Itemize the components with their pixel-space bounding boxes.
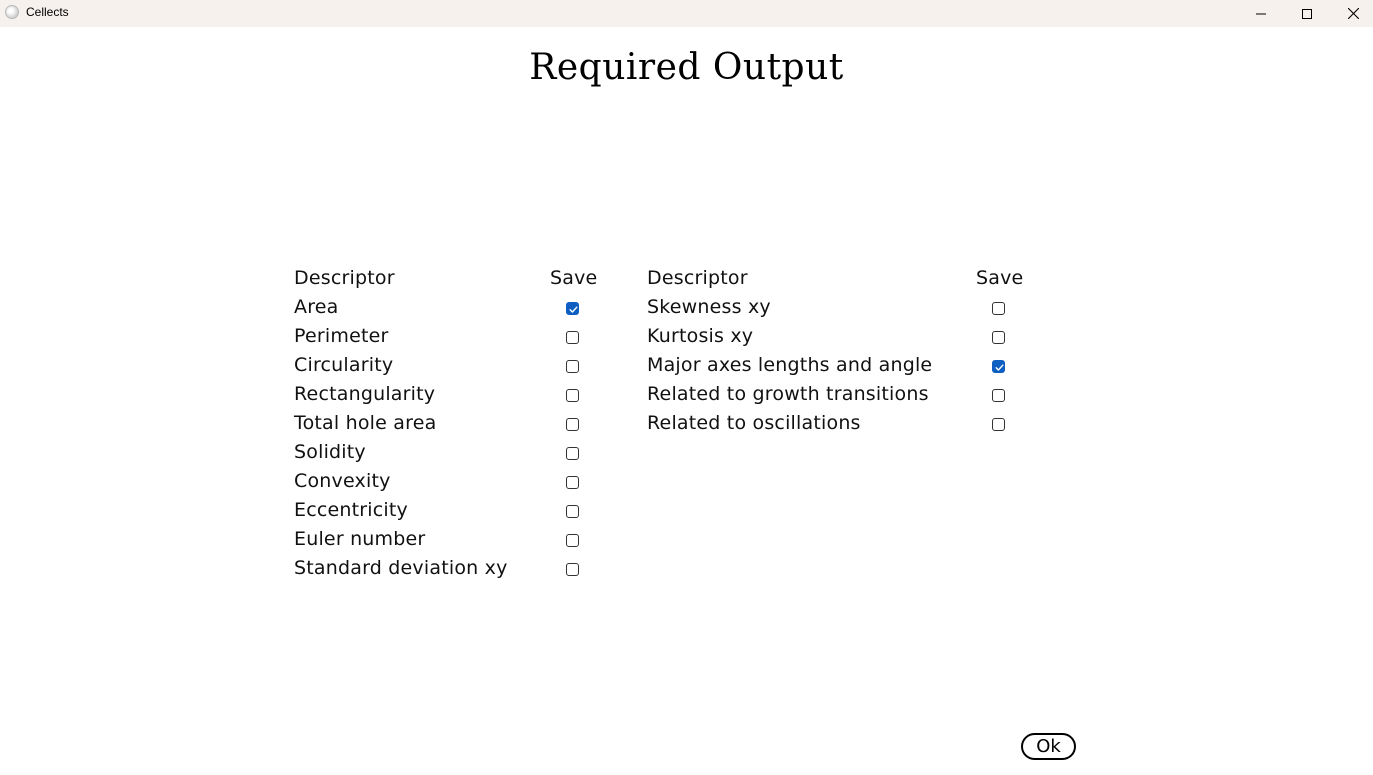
save-checkbox[interactable] [566, 389, 579, 402]
descriptor-row: Related to oscillations [647, 409, 1047, 438]
save-checkbox[interactable] [992, 331, 1005, 344]
table-header-row: Descriptor Save [647, 264, 1047, 293]
save-checkbox[interactable] [566, 563, 579, 576]
descriptor-row: Total hole area [294, 409, 614, 438]
descriptor-header: Descriptor [647, 267, 748, 289]
descriptor-label: Kurtosis xy [647, 325, 754, 347]
descriptor-row: Related to growth transitions [647, 380, 1047, 409]
descriptor-row: Area [294, 293, 614, 322]
descriptor-label: Standard deviation xy [294, 557, 508, 579]
descriptor-label: Eccentricity [294, 499, 408, 521]
descriptor-rows-left: Area Perimeter Circularity Rectangularity To… [294, 293, 614, 583]
descriptor-label: Perimeter [294, 325, 389, 347]
descriptor-label: Skewness xy [647, 296, 771, 318]
save-checkbox[interactable] [566, 418, 579, 431]
save-header: Save [976, 267, 1024, 289]
minimize-button[interactable] [1238, 0, 1284, 27]
descriptor-row: Solidity [294, 438, 614, 467]
checkmark-icon [569, 306, 578, 313]
descriptor-label: Convexity [294, 470, 391, 492]
descriptor-row: Eccentricity [294, 496, 614, 525]
save-checkbox[interactable] [566, 302, 579, 315]
descriptor-label: Major axes lengths and angle [647, 354, 933, 376]
descriptor-label: Euler number [294, 528, 426, 550]
descriptor-row: Kurtosis xy [647, 322, 1047, 351]
maximize-button[interactable] [1284, 0, 1330, 27]
descriptor-header: Descriptor [294, 267, 395, 289]
descriptor-row: Perimeter [294, 322, 614, 351]
descriptor-label: Area [294, 296, 339, 318]
save-header: Save [550, 267, 598, 289]
descriptor-rows-right: Skewness xy Kurtosis xy Major axes lengths… [647, 293, 1047, 438]
descriptor-label: Total hole area [294, 412, 437, 434]
descriptor-label: Circularity [294, 354, 394, 376]
close-button[interactable] [1330, 0, 1373, 27]
save-checkbox[interactable] [992, 360, 1005, 373]
save-checkbox[interactable] [992, 389, 1005, 402]
descriptor-label: Related to oscillations [647, 412, 861, 434]
descriptor-row: Euler number [294, 525, 614, 554]
descriptor-row: Major axes lengths and angle [647, 351, 1047, 380]
save-checkbox[interactable] [566, 476, 579, 489]
close-icon [1347, 8, 1359, 19]
descriptor-row: Rectangularity [294, 380, 614, 409]
save-checkbox[interactable] [566, 331, 579, 344]
save-checkbox[interactable] [992, 418, 1005, 431]
descriptor-table-right: Descriptor Save Skewness xy Kurtosis xy Ma… [647, 264, 1047, 438]
window-title: Cellects [26, 5, 69, 19]
save-checkbox[interactable] [566, 534, 579, 547]
save-checkbox[interactable] [566, 505, 579, 518]
save-checkbox[interactable] [566, 447, 579, 460]
descriptor-label: Related to growth transitions [647, 383, 929, 405]
cellects-app-icon [5, 5, 19, 19]
checkmark-icon [995, 364, 1004, 371]
table-header-row: Descriptor Save [294, 264, 614, 293]
maximize-icon [1302, 8, 1312, 19]
descriptor-row: Skewness xy [647, 293, 1047, 322]
descriptor-table-left: Descriptor Save Area Perimeter Circularity… [294, 264, 614, 583]
descriptor-label: Solidity [294, 441, 366, 463]
ok-button[interactable]: Ok [1021, 733, 1076, 760]
title-bar: Cellects [0, 0, 1373, 27]
minimize-icon [1256, 13, 1266, 14]
descriptor-row: Standard deviation xy [294, 554, 614, 583]
descriptor-row: Convexity [294, 467, 614, 496]
descriptor-label: Rectangularity [294, 383, 436, 405]
save-checkbox[interactable] [992, 302, 1005, 315]
save-checkbox[interactable] [566, 360, 579, 373]
descriptor-row: Circularity [294, 351, 614, 380]
page-title: Required Output [529, 47, 844, 88]
